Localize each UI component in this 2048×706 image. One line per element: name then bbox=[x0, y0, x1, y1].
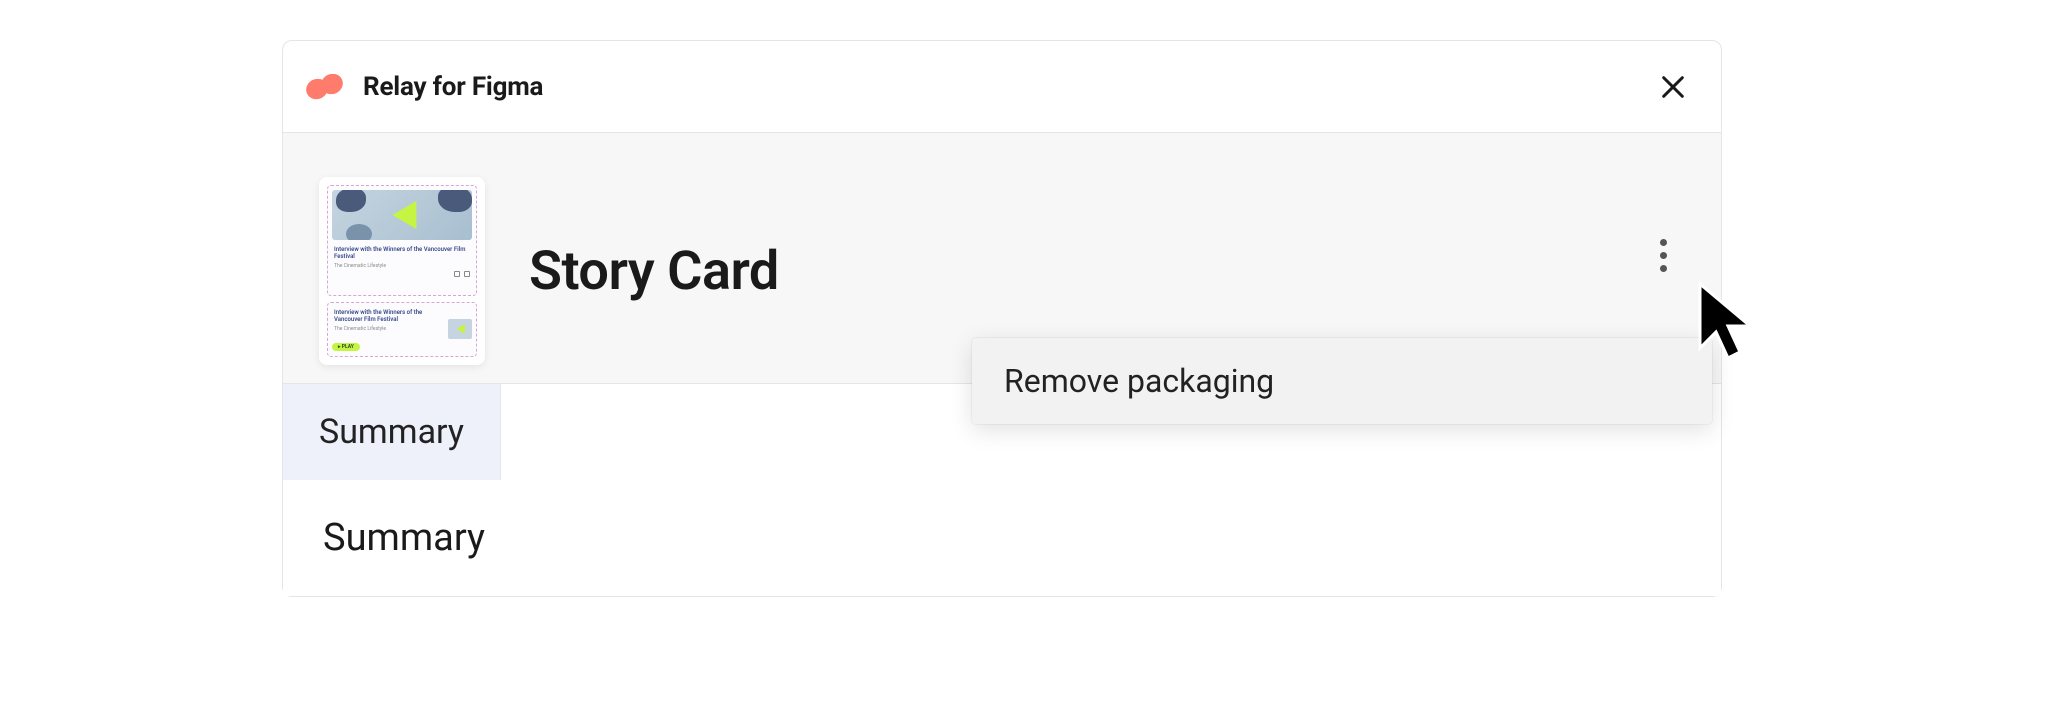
component-thumbnail: Interview with the Winners of the Vancou… bbox=[319, 177, 485, 365]
context-menu: Remove packaging bbox=[972, 338, 1712, 424]
thumbnail-card-large: Interview with the Winners of the Vancou… bbox=[327, 185, 477, 296]
more-options-button[interactable] bbox=[1649, 233, 1677, 277]
plugin-panel: Relay for Figma Interview wi bbox=[282, 40, 1722, 597]
thumbnail-mini-image bbox=[448, 319, 472, 339]
heart-icon bbox=[454, 271, 460, 277]
thumbnail-card2-title: Interview with the Winners of the Vancou… bbox=[332, 307, 444, 325]
thumbnail-card2-subtitle: The Cinematic Lifestyle bbox=[332, 325, 444, 333]
play-icon bbox=[392, 201, 416, 229]
component-title: Story Card bbox=[529, 240, 779, 303]
play-pill: ▸ PLAY bbox=[332, 343, 360, 351]
share-icon bbox=[464, 271, 470, 277]
menu-item-remove-packaging[interactable]: Remove packaging bbox=[972, 338, 1712, 424]
content-area: Summary bbox=[283, 480, 1721, 596]
thumbnail-card-meta bbox=[332, 270, 472, 278]
tab-summary[interactable]: Summary bbox=[283, 384, 501, 480]
thumbnail-hero-image bbox=[332, 190, 472, 240]
header-left: Relay for Figma bbox=[305, 72, 543, 102]
close-icon bbox=[1659, 73, 1687, 101]
content-heading: Summary bbox=[323, 516, 1681, 560]
app-title: Relay for Figma bbox=[363, 72, 543, 102]
close-button[interactable] bbox=[1653, 67, 1693, 107]
kebab-icon bbox=[1660, 239, 1667, 246]
panel-header: Relay for Figma bbox=[283, 41, 1721, 133]
relay-logo-icon bbox=[305, 74, 345, 100]
thumbnail-card-title: Interview with the Winners of the Vancou… bbox=[332, 244, 472, 262]
play-icon bbox=[457, 324, 465, 334]
thumbnail-card-small: Interview with the Winners of the Vancou… bbox=[327, 302, 477, 357]
thumbnail-card-subtitle: The Cinematic Lifestyle bbox=[332, 262, 472, 270]
